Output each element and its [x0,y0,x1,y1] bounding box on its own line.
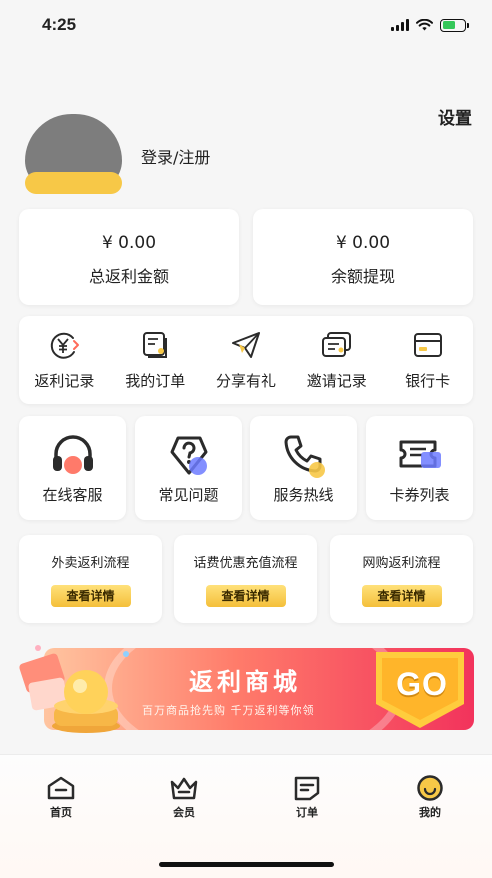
crown-icon [170,777,198,800]
flow-title: 话费优惠充值流程 [193,556,298,571]
signal-icon [391,19,409,31]
quick-link-label: 邀请记录 [306,372,367,390]
go-button[interactable]: GO [382,666,462,703]
settings-link[interactable]: 设置 [438,104,472,129]
bank-card-icon [413,333,442,357]
tab-orders[interactable]: 订单 [277,775,337,820]
quick-link-label: 我的订单 [125,372,186,390]
wifi-icon [416,19,433,31]
flow-takeout-rebate: 外卖返利流程 查看详情 [19,535,162,623]
tab-home[interactable]: 首页 [31,775,91,820]
service-faq[interactable]: 常见问题 [135,416,242,520]
battery-icon [440,18,469,32]
service-coupons[interactable]: 卡券列表 [366,416,473,520]
service-label: 常见问题 [158,486,219,504]
tab-member[interactable]: 会员 [154,775,214,820]
smile-icon [417,775,443,801]
service-label: 在线客服 [42,486,103,504]
invite-cards-icon [321,332,351,357]
rebate-mall-banner[interactable]: 返利商城 百万商品抢先购 千万返利等你领 GO [14,640,480,736]
service-hotline[interactable]: 服务热线 [250,416,357,520]
paper-plane-icon [231,332,260,358]
banner-title: 返利商城 [189,668,301,696]
withdraw-label: 余额提现 [330,267,395,286]
status-icons [391,18,469,32]
view-details-button[interactable]: 查看详情 [205,585,286,607]
question-icon [170,436,207,475]
quick-link-rebate-records[interactable]: 返利记录 [19,316,110,404]
status-bar: 4:25 [0,0,492,50]
tab-label: 订单 [296,806,318,819]
flow-phone-recharge: 话费优惠充值流程 查看详情 [174,535,317,623]
tab-label: 会员 [173,806,195,819]
tab-mine[interactable]: 我的 [400,775,460,820]
quick-link-bank-card[interactable]: 银行卡 [382,316,473,404]
quick-link-label: 分享有礼 [215,372,276,390]
quick-link-label: 返利记录 [34,372,95,390]
yen-circle-icon [51,332,80,359]
withdraw-card[interactable]: ¥ 0.00 余额提现 [253,209,473,305]
total-rebate-card[interactable]: ¥ 0.00 总返利金额 [19,209,239,305]
service-online-support[interactable]: 在线客服 [19,416,126,520]
tab-bar: 首页 会员 订单 我的 [0,754,492,878]
flow-online-shopping-rebate: 网购返利流程 查看详情 [330,535,473,623]
flow-title: 外卖返利流程 [51,556,130,571]
total-rebate-label: 总返利金额 [88,267,169,286]
view-details-button[interactable]: 查看详情 [361,585,442,607]
banner-subtitle: 百万商品抢先购 千万返利等你领 [142,704,315,717]
view-details-button[interactable]: 查看详情 [50,585,131,607]
tab-label: 我的 [419,806,441,819]
order-icon [294,776,320,801]
headset-icon [52,435,93,474]
home-icon [47,776,75,800]
home-indicator [159,862,334,867]
order-list-icon [143,332,168,358]
quick-link-share-gift[interactable]: 分享有礼 [201,316,292,404]
quick-link-invite-records[interactable]: 邀请记录 [291,316,382,404]
avatar-badge [25,172,122,194]
total-rebate-value: ¥ 0.00 [101,233,157,253]
coupon-icon [399,440,441,468]
quick-links: 返利记录 我的订单 分享有礼 邀请记录 银行卡 [19,316,473,404]
status-time: 4:25 [42,15,77,34]
phone-icon [284,435,325,478]
flow-title: 网购返利流程 [362,556,441,571]
service-label: 服务热线 [273,486,334,504]
withdraw-value: ¥ 0.00 [335,233,391,253]
quick-link-my-orders[interactable]: 我的订单 [110,316,201,404]
gift-coin-icon [19,645,129,733]
quick-link-label: 银行卡 [405,372,451,390]
login-register-link[interactable]: 登录/注册 [141,144,210,168]
tab-label: 首页 [50,806,72,819]
service-label: 卡券列表 [389,486,450,504]
